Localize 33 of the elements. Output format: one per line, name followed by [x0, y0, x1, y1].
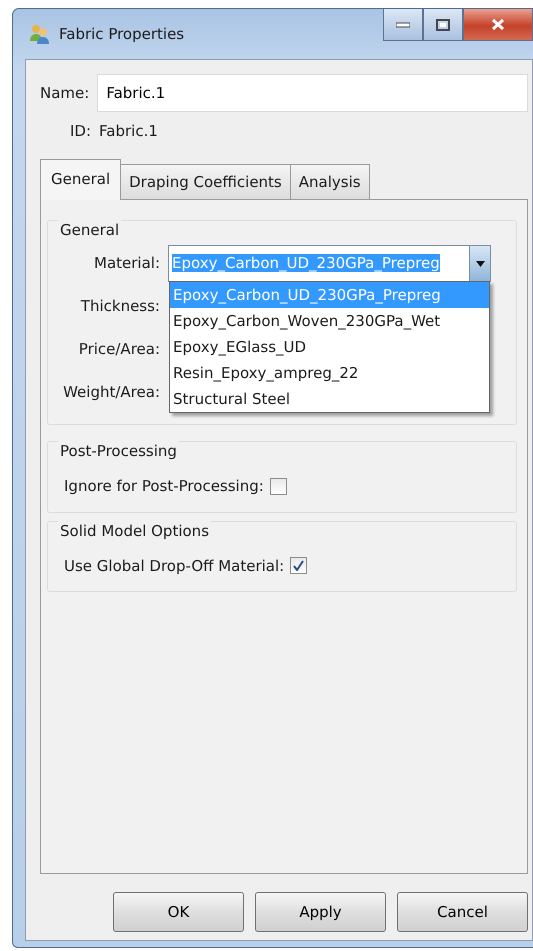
- field-label: Thickness:: [80, 296, 161, 318]
- close-button[interactable]: [463, 9, 533, 41]
- maximize-icon: [436, 18, 450, 30]
- field-label: Weight/Area:: [62, 382, 161, 404]
- group-title: Solid Model Options: [58, 520, 212, 542]
- dropdown-option[interactable]: Resin_Epoxy_ampreg_22: [170, 360, 489, 386]
- caret-icon: [476, 260, 484, 266]
- close-icon: [491, 18, 505, 31]
- group-title: Post-Processing: [58, 440, 179, 462]
- checkbox-label: Ignore for Post-Processing:: [64, 476, 264, 497]
- checkbox[interactable]: [270, 478, 287, 495]
- name-label: Name:: [40, 82, 90, 104]
- field-label: Price/Area:: [78, 339, 161, 360]
- tab[interactable]: Analysis: [290, 164, 370, 199]
- minimize-button[interactable]: [383, 9, 423, 41]
- id-value: Fabric.1: [99, 121, 158, 142]
- dialog-button[interactable]: Cancel: [397, 892, 528, 932]
- window-title: Fabric Properties: [59, 24, 184, 45]
- minimize-icon: [396, 22, 410, 28]
- id-label: ID:: [70, 121, 92, 142]
- dropdown-option[interactable]: Epoxy_EGlass_UD: [170, 334, 489, 360]
- dropdown-option[interactable]: Structural Steel: [170, 386, 489, 412]
- dialog-button[interactable]: Apply: [255, 892, 386, 932]
- dialog-button[interactable]: OK: [113, 892, 244, 932]
- tab[interactable]: Draping Coefficients: [120, 164, 291, 199]
- name-field[interactable]: Fabric.1: [97, 74, 528, 112]
- checkbox[interactable]: [290, 557, 308, 574]
- tab[interactable]: General: [40, 158, 122, 200]
- users-icon: [29, 23, 51, 45]
- checkbox-label: Use Global Drop-Off Material:: [64, 556, 284, 576]
- maximize-button[interactable]: [423, 9, 463, 41]
- dropdown-option[interactable]: Epoxy_Carbon_Woven_230GPa_Wet: [170, 308, 489, 334]
- field-label: Material:: [93, 253, 161, 274]
